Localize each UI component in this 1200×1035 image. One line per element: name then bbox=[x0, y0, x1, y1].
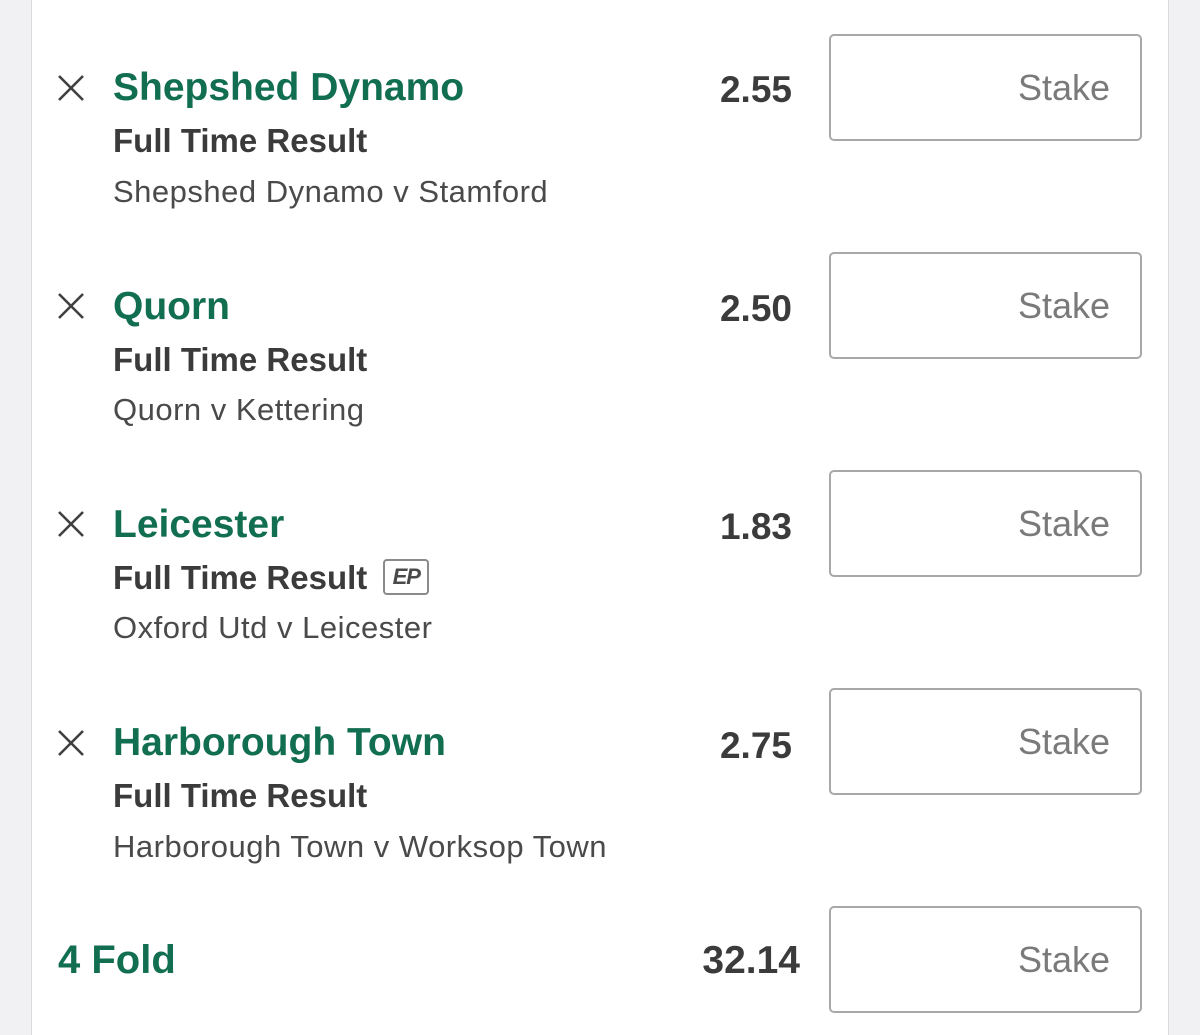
stake-input[interactable] bbox=[831, 36, 1140, 139]
fixture-name: Shepshed Dynamo v Stamford bbox=[113, 174, 549, 209]
fixture-name: Harborough Town v Worksop Town bbox=[113, 829, 608, 864]
market-name: Full Time Result bbox=[113, 343, 367, 376]
odds-value: 2.75 bbox=[719, 725, 792, 766]
remove-selection-button[interactable] bbox=[57, 729, 85, 757]
selection-name[interactable]: Quorn bbox=[113, 287, 230, 326]
selection-name[interactable]: Harborough Town bbox=[113, 723, 446, 762]
stake-field[interactable] bbox=[829, 34, 1142, 141]
selection-name[interactable]: Shepshed Dynamo bbox=[113, 68, 464, 107]
close-icon bbox=[58, 293, 84, 319]
stake-field[interactable] bbox=[829, 470, 1142, 577]
odds-value: 1.83 bbox=[719, 506, 792, 547]
market-label: Full Time Result bbox=[113, 558, 368, 596]
market-name: Full Time Result EP bbox=[113, 558, 430, 596]
stake-input[interactable] bbox=[831, 254, 1140, 357]
market-name: Full Time Result bbox=[113, 779, 367, 812]
odds-value: 2.50 bbox=[719, 288, 792, 329]
each-way-badge: EP bbox=[383, 559, 430, 595]
multiple-stake-input[interactable] bbox=[831, 908, 1140, 1011]
stake-field[interactable] bbox=[829, 252, 1142, 359]
stake-input[interactable] bbox=[831, 472, 1140, 575]
remove-selection-button[interactable] bbox=[57, 292, 85, 320]
multiple-stake-field[interactable] bbox=[829, 906, 1142, 1013]
market-label: Full Time Result bbox=[113, 777, 368, 814]
market-name: Full Time Result bbox=[113, 124, 367, 157]
stake-field[interactable] bbox=[829, 688, 1142, 795]
market-label: Full Time Result bbox=[113, 341, 368, 378]
multiple-bet-label: 4 Fold bbox=[58, 938, 176, 982]
odds-value: 2.55 bbox=[719, 69, 792, 110]
close-icon bbox=[58, 511, 84, 537]
selection-name[interactable]: Leicester bbox=[113, 505, 284, 544]
remove-selection-button[interactable] bbox=[57, 510, 85, 538]
close-icon bbox=[58, 730, 84, 756]
multiple-bet-odds: 32.14 bbox=[702, 939, 800, 982]
fixture-name: Quorn v Kettering bbox=[113, 392, 365, 427]
stake-input[interactable] bbox=[831, 690, 1140, 793]
market-label: Full Time Result bbox=[113, 122, 368, 159]
fixture-name: Oxford Utd v Leicester bbox=[113, 610, 433, 645]
remove-selection-button[interactable] bbox=[57, 74, 85, 102]
close-icon bbox=[58, 75, 84, 101]
